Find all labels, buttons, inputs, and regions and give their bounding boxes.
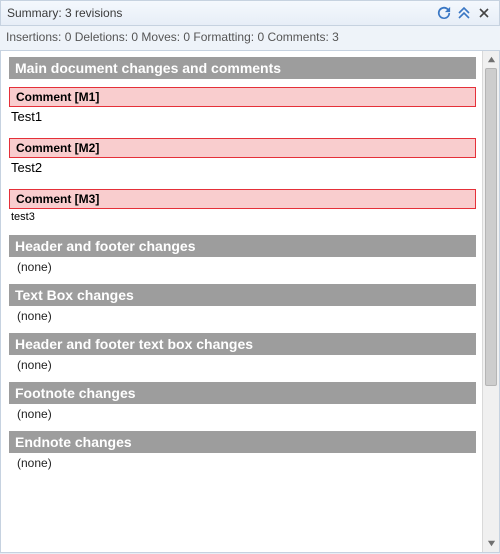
comment-body: Test1 <box>9 107 476 130</box>
section-endnote-heading: Endnote changes <box>9 431 476 453</box>
scroll-up-button[interactable] <box>483 51 499 68</box>
refresh-icon <box>437 6 451 20</box>
scroll-track[interactable] <box>483 68 499 535</box>
none-label: (none) <box>9 404 476 425</box>
collapse-button[interactable] <box>455 4 473 22</box>
scroll-down-button[interactable] <box>483 535 499 552</box>
none-label: (none) <box>9 257 476 278</box>
none-label: (none) <box>9 355 476 376</box>
triangle-down-icon <box>487 539 496 548</box>
comment-header[interactable]: Comment [M1] <box>9 87 476 107</box>
panel-header: Summary: 3 revisions <box>0 0 500 26</box>
close-button[interactable] <box>475 4 493 22</box>
comment-header[interactable]: Comment [M3] <box>9 189 476 209</box>
refresh-button[interactable] <box>435 4 453 22</box>
scroll-thumb[interactable] <box>485 68 497 386</box>
section-main-heading: Main document changes and comments <box>9 57 476 79</box>
section-footnote-heading: Footnote changes <box>9 382 476 404</box>
triangle-up-icon <box>487 55 496 64</box>
section-textbox-heading: Text Box changes <box>9 284 476 306</box>
vertical-scrollbar[interactable] <box>482 51 499 552</box>
section-header-footer-heading: Header and footer changes <box>9 235 476 257</box>
section-hf-textbox-heading: Header and footer text box changes <box>9 333 476 355</box>
close-icon <box>479 8 489 18</box>
comment-header[interactable]: Comment [M2] <box>9 138 476 158</box>
panel-title: Summary: 3 revisions <box>7 6 433 20</box>
comment-body: Test2 <box>9 158 476 181</box>
chevrons-up-icon <box>458 7 470 19</box>
none-label: (none) <box>9 306 476 327</box>
comment-body: test3 <box>9 209 476 229</box>
revision-stats: Insertions: 0 Deletions: 0 Moves: 0 Form… <box>0 26 500 51</box>
none-label: (none) <box>9 453 476 474</box>
document-area: Main document changes and comments Comme… <box>0 51 500 553</box>
content-pane: Main document changes and comments Comme… <box>1 51 482 552</box>
